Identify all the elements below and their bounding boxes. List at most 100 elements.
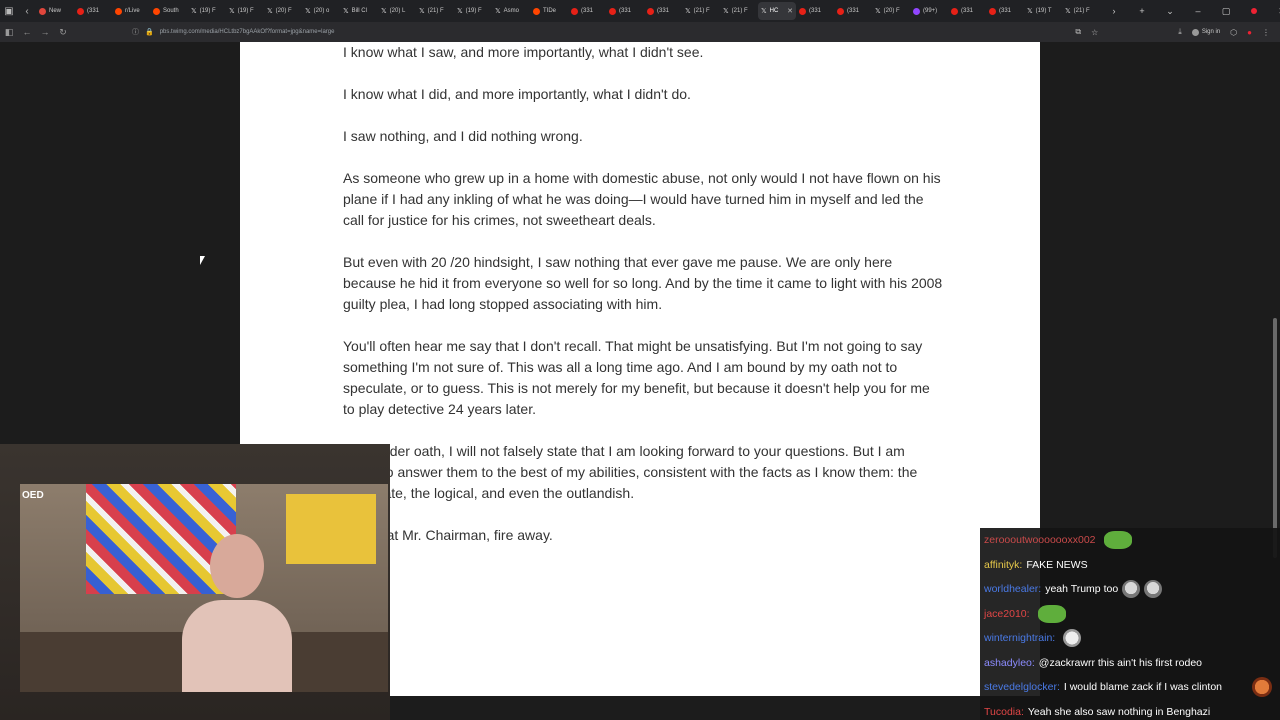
chat-username[interactable]: ashadyleo: <box>984 657 1035 669</box>
forward-button[interactable]: → <box>36 27 54 37</box>
browser-tab[interactable]: 𝕏 Bill Cl <box>340 2 378 20</box>
close-tab-icon[interactable]: ✕ <box>787 7 793 15</box>
tab-label: (21) F <box>427 8 444 14</box>
streamer-emote-icon <box>1252 677 1272 698</box>
webcam-shelf <box>286 494 376 564</box>
browser-tab[interactable]: 𝕏 (20) F <box>872 2 910 20</box>
app-icon[interactable]: ⧉ <box>1075 27 1081 37</box>
youtube-icon <box>77 7 84 15</box>
back-button[interactable]: ← <box>18 27 36 37</box>
chat-username[interactable]: worldhealer: <box>984 583 1041 595</box>
frog-emote-icon <box>1103 531 1132 550</box>
browser-tab[interactable]: TIDe <box>530 2 568 20</box>
tab-label: (21) F <box>1073 8 1090 14</box>
download-icon[interactable]: ⤓ <box>1178 27 1182 37</box>
chat-username[interactable]: jace2010: <box>984 608 1030 620</box>
face-emote-icon <box>1122 580 1141 599</box>
browser-tab[interactable]: (331 <box>74 2 112 20</box>
tab-back-icon[interactable]: ‹ <box>18 2 36 20</box>
tab-label: (331 <box>619 8 632 14</box>
browser-tab[interactable]: (331 <box>796 2 834 20</box>
record-icon: ● <box>1247 27 1252 37</box>
sidebar-icon[interactable]: ◧ <box>0 27 18 38</box>
tab-scroll-icon[interactable]: › <box>1100 6 1128 16</box>
browser-tab[interactable]: (331 <box>948 2 986 20</box>
browser-tab[interactable]: (331 <box>606 2 644 20</box>
url-field[interactable]: ⓘ 🔒 pbs.twimg.com/media/HCLtbz7bgAAkOf?f… <box>132 27 334 37</box>
browser-tab[interactable]: 𝕏 (20) F <box>264 2 302 20</box>
reload-button[interactable]: ↻ <box>54 27 72 38</box>
browser-tab[interactable]: r/Live <box>112 2 150 20</box>
minimize-button[interactable]: – <box>1184 6 1212 16</box>
chat-message: winternightrain: <box>980 626 1280 651</box>
youtube-icon <box>989 7 996 15</box>
bookmark-star-icon[interactable]: ☆ <box>1091 28 1098 37</box>
browser-tab[interactable]: 𝕏 (20) o <box>302 2 340 20</box>
tab-label: TIDe <box>543 8 557 14</box>
browser-tab[interactable]: South <box>150 2 188 20</box>
browser-tab[interactable]: 𝕏 Asmo <box>492 2 530 20</box>
x-icon: 𝕏 <box>229 7 235 15</box>
browser-tab[interactable]: (331 <box>644 2 682 20</box>
tab-label: (331 <box>581 8 594 14</box>
chat-text: I would blame zack if I was clinton <box>1063 681 1223 694</box>
browser-tab[interactable]: 𝕏 (19) F <box>188 2 226 20</box>
browser-tab[interactable]: 𝕏 (21) F <box>416 2 454 20</box>
chat-username[interactable]: zeroooutwooooooxx002 <box>984 534 1096 546</box>
menu-icon[interactable]: ⋮ <box>1262 28 1270 37</box>
browser-tab[interactable]: 𝕏 (19) T <box>1024 2 1062 20</box>
statement-paragraph: With that Mr. Chairman, fire away. <box>343 527 553 543</box>
browser-tab[interactable]: 𝕏 (19) F <box>226 2 264 20</box>
tab-label: (20) L <box>389 8 406 14</box>
youtube-icon <box>799 7 806 15</box>
x-icon: 𝕏 <box>723 7 729 15</box>
chat-username[interactable]: winternightrain: <box>984 632 1055 644</box>
chat-username[interactable]: affinityk: <box>984 559 1022 571</box>
browser-tab[interactable]: 𝕏 (21) F <box>720 2 758 20</box>
sign-in-button[interactable]: Sign in <box>1191 28 1221 36</box>
statement-paragraph: I know what I saw, and more importantly,… <box>343 44 704 60</box>
browser-tab[interactable]: (99+) <box>910 2 948 20</box>
sign-in-label: Sign in <box>1201 29 1221 35</box>
x-icon: 𝕏 <box>875 7 881 15</box>
tab-label: (19) F <box>199 8 216 14</box>
chat-message: ashadyleo: @zackrawrr this ain't his firs… <box>980 651 1280 676</box>
tab-label: (21) F <box>693 8 710 14</box>
youtube-icon <box>837 7 844 15</box>
lock-icon: 🔒 <box>145 29 154 36</box>
streamer-head <box>210 534 264 598</box>
tab-label: (331 <box>961 8 974 14</box>
tab-list-icon[interactable]: ⌄ <box>1156 6 1184 17</box>
chat-text: FAKE NEWS <box>1026 558 1088 571</box>
url-text[interactable]: pbs.twimg.com/media/HCLtbz7bgAAkOf?forma… <box>160 29 335 35</box>
webcam-logo: OED <box>22 490 44 501</box>
scrollbar-thumb[interactable] <box>1273 318 1277 558</box>
stream-chat-overlay: zeroooutwooooooxx002 affinityk: FAKE NEWS w… <box>980 528 1280 720</box>
streamer-body <box>182 600 292 692</box>
browser-tab[interactable]: New <box>36 2 74 20</box>
reddit-icon <box>115 7 122 15</box>
maximize-button[interactable]: ▢ <box>1212 6 1240 17</box>
tab-menu-icon[interactable]: ▣ <box>0 2 18 20</box>
browser-tab[interactable]: (331 <box>568 2 606 20</box>
site-info-icon[interactable]: ⓘ <box>132 27 139 37</box>
tab-label: (19) F <box>465 8 482 14</box>
browser-tab[interactable]: 𝕏 (21) F <box>1062 2 1100 20</box>
browser-tab[interactable]: 𝕏 (19) F <box>454 2 492 20</box>
chat-text: @zackrawrr this ain't his first rodeo <box>1038 656 1203 669</box>
x-icon: 𝕏 <box>267 7 273 15</box>
chat-username[interactable]: stevedelglocker: <box>984 681 1060 693</box>
new-tab-button[interactable]: + <box>1128 6 1156 16</box>
chat-message: jace2010: <box>980 602 1280 627</box>
browser-tab[interactable]: (331 <box>834 2 872 20</box>
browser-tab[interactable]: 𝕏 HC ✕ <box>758 2 796 20</box>
browser-tab[interactable]: 𝕏 (20) L <box>378 2 416 20</box>
browser-tab[interactable]: 𝕏 (21) F <box>682 2 720 20</box>
x-icon: 𝕏 <box>1027 7 1033 15</box>
tab-label: (19) T <box>1035 8 1052 14</box>
close-window-button[interactable]: ✕ <box>1268 6 1280 17</box>
browser-tab[interactable]: (331 <box>986 2 1024 20</box>
chat-username[interactable]: Tucodia: <box>984 706 1024 718</box>
extensions-icon[interactable]: ⬡ <box>1230 28 1237 37</box>
youtube-icon <box>647 7 654 15</box>
